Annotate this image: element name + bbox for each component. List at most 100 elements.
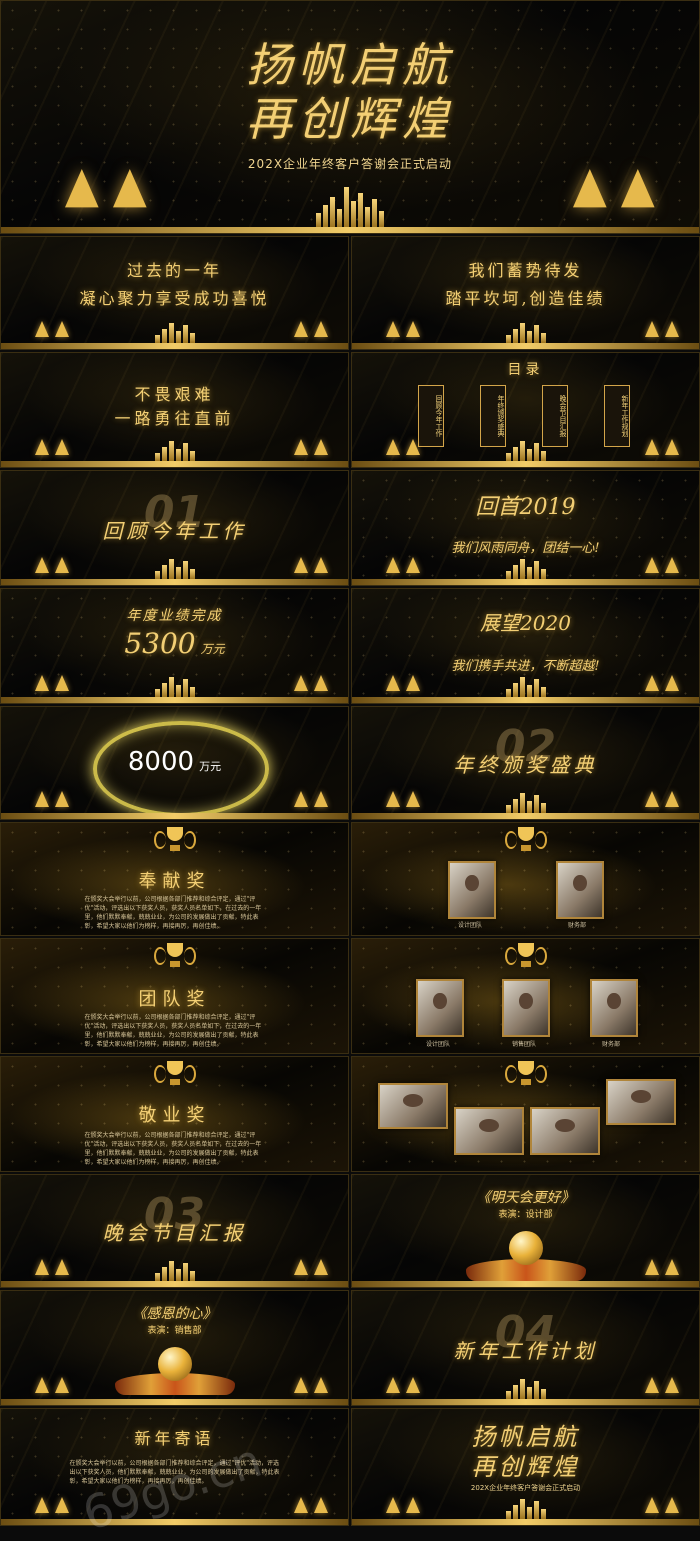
- sail-icon: [645, 1377, 659, 1393]
- cover-slide[interactable]: 扬帆启航 再创辉煌 202X企业年终客户答谢会正式启动: [0, 0, 700, 234]
- sailboats-right: [645, 1497, 685, 1517]
- slide-past-year[interactable]: 过去的一年 凝心聚力享受成功喜悦: [0, 236, 349, 350]
- gold-floor: [352, 697, 699, 703]
- team-photo[interactable]: [454, 1107, 524, 1155]
- section-title: 回顾今年工作: [102, 519, 247, 543]
- gold-floor: [1, 343, 348, 349]
- slide-line2: 一路勇往直前: [114, 409, 235, 428]
- slide-program-gratitude[interactable]: 《感恩的心》 表演：销售部: [0, 1290, 349, 1406]
- team-photo[interactable]: [378, 1083, 448, 1129]
- sailboats-right: [294, 321, 334, 341]
- slide-work-photos[interactable]: [351, 1056, 700, 1172]
- city-skyline-icon: [505, 323, 546, 343]
- sail-icon: [314, 557, 328, 573]
- toc-item-1[interactable]: 回顾今年工作: [418, 385, 444, 447]
- sail-icon: [406, 1377, 420, 1393]
- team-photo[interactable]: [530, 1107, 600, 1155]
- city-skyline-icon: [154, 323, 195, 343]
- program-performer: 表演：销售部: [147, 1326, 202, 1336]
- city-skyline-icon: [505, 559, 546, 579]
- sail-icon: [294, 1377, 308, 1393]
- sail-icon: [665, 675, 679, 691]
- sailboats-left: [386, 675, 426, 695]
- sailboats-right: [294, 1259, 334, 1279]
- sailboats-right: [645, 1259, 685, 1279]
- sail-icon: [55, 675, 69, 691]
- sail-icon: [55, 1259, 69, 1275]
- winner-photo[interactable]: [416, 979, 464, 1037]
- sail-icon: [386, 1377, 400, 1393]
- slide-line2: 凝心聚力享受成功喜悦: [79, 289, 270, 308]
- slide-fearless[interactable]: 不畏艰难 一路勇往直前: [0, 352, 349, 468]
- sailboats-right: [294, 1377, 334, 1397]
- slide-team-winners[interactable]: 设计团队 销售团队 财务部: [351, 938, 700, 1054]
- sail-icon: [314, 791, 328, 807]
- sail-icon: [386, 439, 400, 455]
- winner-photo[interactable]: [590, 979, 638, 1037]
- team-photo[interactable]: [606, 1079, 676, 1125]
- section-03-slide[interactable]: 03 晚会节目汇报: [0, 1174, 349, 1288]
- sailboats-left: [35, 439, 75, 459]
- sail-icon: [665, 1377, 679, 1393]
- slide-annual-performance[interactable]: 年度业绩完成 5300 万元: [0, 588, 349, 704]
- slide-review-2019[interactable]: 回首2019 我们风雨同舟，团结一心!: [351, 470, 700, 586]
- program-title: 《感恩的心》: [132, 1306, 217, 1322]
- toc-item-2[interactable]: 年终颁奖盛典: [480, 385, 506, 447]
- sail-icon: [665, 791, 679, 807]
- sailboats-right: [294, 557, 334, 577]
- sail-icon: [35, 439, 49, 455]
- closing-title-line2: 再创辉煌: [471, 1453, 580, 1481]
- winner-photo[interactable]: [556, 861, 604, 919]
- sail-icon: [314, 439, 328, 455]
- city-skyline-icon: [154, 677, 195, 697]
- toc-item-3[interactable]: 晚会节目汇报: [542, 385, 568, 447]
- section-01-slide[interactable]: 01 回顾今年工作: [0, 470, 349, 586]
- sail-icon: [621, 169, 655, 208]
- slide-ready[interactable]: 我们蓄势待发 踏平坎坷,创造佳绩: [351, 236, 700, 350]
- slide-dedication-award[interactable]: 奉献奖 在颁奖大会举行以前，公司根据各部门推荐和综合评定，通过"评优"活动，评选…: [0, 822, 349, 936]
- slide-8000[interactable]: 8000 万元: [0, 706, 349, 820]
- toc-item-4[interactable]: 新年工作规划: [604, 385, 630, 447]
- sail-icon: [65, 169, 99, 208]
- trophy-icon: [153, 827, 196, 855]
- sailboats-left: [35, 675, 75, 695]
- slide-program-tomorrow[interactable]: 《明天会更好》 表演：设计部: [351, 1174, 700, 1288]
- award-description: 在颁奖大会举行以前，公司根据各部门推荐和综合评定，通过"评优"活动，评选出以下获…: [84, 1132, 262, 1166]
- gold-ball-icon: [508, 1231, 543, 1265]
- sail-icon: [55, 791, 69, 807]
- sail-icon: [294, 675, 308, 691]
- sail-icon: [645, 791, 659, 807]
- slide-dedication-winners[interactable]: 设计团队 财务部: [351, 822, 700, 936]
- winner-photo[interactable]: [448, 861, 496, 919]
- award-description: 在颁奖大会举行以前，公司根据各部门推荐和综合评定，通过"评优"活动，评选出以下获…: [84, 896, 262, 930]
- program-performer: 表演：设计部: [498, 1210, 553, 1220]
- slide-outlook-2020[interactable]: 展望2020 我们携手共进，不断超越!: [351, 588, 700, 704]
- section-04-slide[interactable]: 04 新年工作计划: [351, 1290, 700, 1406]
- city-skyline-icon: [505, 1379, 546, 1399]
- winner-caption: 设计团队: [426, 1041, 451, 1048]
- sail-icon: [294, 439, 308, 455]
- sail-icon: [645, 439, 659, 455]
- sailboats-right: [294, 439, 334, 459]
- gold-floor: [1, 697, 348, 703]
- slide-line1: 年度业绩完成: [126, 608, 223, 624]
- cover-title-line2: 再创辉煌: [246, 92, 454, 146]
- gold-floor: [352, 1399, 699, 1405]
- sail-icon: [314, 321, 328, 337]
- trophy-icon: [153, 1061, 196, 1089]
- section-02-slide[interactable]: 02 年终颁奖盛典: [351, 706, 700, 820]
- sail-icon: [645, 557, 659, 573]
- sail-icon: [406, 675, 420, 691]
- slide-team-award[interactable]: 团队奖 在颁奖大会举行以前，公司根据各部门推荐和综合评定，通过"评优"活动，评选…: [0, 938, 349, 1054]
- winner-photo[interactable]: [502, 979, 550, 1037]
- gold-floor: [352, 813, 699, 819]
- sailboats-left: [35, 321, 75, 341]
- slide-toc[interactable]: 目录 回顾今年工作 年终颁奖盛典 晚会节目汇报 新年工作规划: [351, 352, 700, 468]
- slide-title: 新年寄语: [134, 1429, 215, 1448]
- sail-icon: [406, 1497, 420, 1513]
- sailboats-left: [386, 1497, 426, 1517]
- sail-icon: [665, 1497, 679, 1513]
- slide-line1: 不畏艰难: [134, 385, 215, 404]
- slide-closing[interactable]: 扬帆启航 再创辉煌 202X企业年终客户答谢会正式启动: [351, 1408, 700, 1526]
- slide-dedication-work-award[interactable]: 敬业奖 在颁奖大会举行以前，公司根据各部门推荐和综合评定，通过"评优"活动，评选…: [0, 1056, 349, 1172]
